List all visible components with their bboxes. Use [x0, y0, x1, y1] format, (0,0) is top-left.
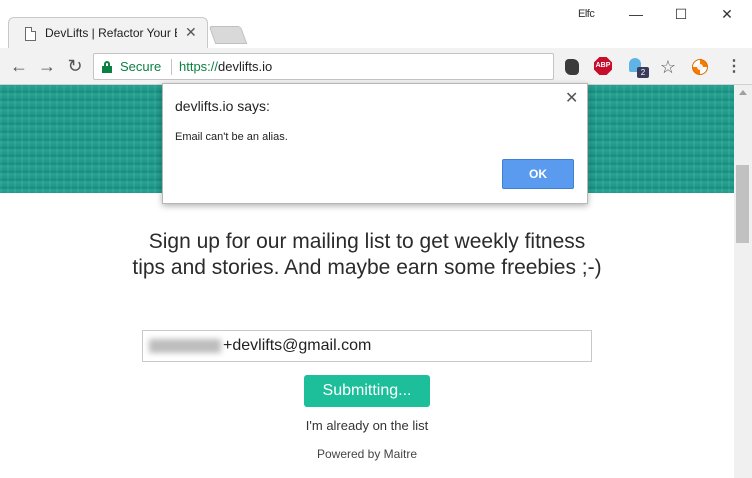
- browser-window: DevLifts | Refactor Your B ✕ Elfc — ☐ ✕ …: [0, 0, 752, 478]
- dialog-close-icon[interactable]: ✕: [565, 88, 578, 108]
- maximize-icon[interactable]: ☐: [669, 4, 693, 24]
- forward-icon[interactable]: →: [36, 55, 58, 77]
- address-bar[interactable]: Secure https://devlifts.io: [93, 53, 554, 80]
- blurred-email-prefix: [149, 338, 221, 353]
- tab-strip: DevLifts | Refactor Your B ✕ Elfc — ☐ ✕: [0, 0, 752, 48]
- alert-dialog: devlifts.io says: ✕ Email can't be an al…: [162, 83, 588, 204]
- powered-by-text: Powered by Maitre: [316, 447, 418, 461]
- dialog-message: Email can't be an alias.: [175, 131, 288, 143]
- signup-heading: Sign up for our mailing list to get week…: [132, 230, 602, 279]
- email-value: +devlifts@gmail.com: [223, 337, 372, 354]
- active-tab[interactable]: DevLifts | Refactor Your B ✕: [8, 17, 208, 48]
- star-icon[interactable]: ☆: [658, 57, 678, 77]
- email-input[interactable]: +devlifts@gmail.com: [142, 330, 592, 362]
- abp-icon[interactable]: ABP: [594, 57, 614, 77]
- url-scheme: https://: [179, 59, 219, 74]
- abp-label: ABP: [594, 57, 612, 75]
- lock-icon: [102, 61, 112, 73]
- tab-title: DevLifts | Refactor Your B: [45, 26, 177, 40]
- back-icon[interactable]: ←: [8, 55, 30, 77]
- url-separator: [171, 59, 172, 75]
- scroll-thumb[interactable]: [736, 165, 749, 243]
- url-text: https://devlifts.io: [179, 59, 272, 74]
- browser-toolbar: ← → ↻ Secure https://devlifts.io ABP 2 ☆…: [0, 48, 752, 85]
- ok-button[interactable]: OK: [502, 159, 574, 189]
- ghostery-badge: 2: [637, 67, 649, 78]
- reload-icon[interactable]: ↻: [64, 55, 86, 77]
- dialog-title: devlifts.io says:: [175, 98, 270, 114]
- submit-button[interactable]: Submitting...: [304, 375, 430, 407]
- ghostery-icon[interactable]: 2: [626, 57, 649, 78]
- evernote-icon[interactable]: [562, 57, 582, 77]
- profile-label[interactable]: Elfc: [578, 8, 595, 20]
- new-tab-button[interactable]: [208, 26, 248, 44]
- lifebuoy-icon[interactable]: [690, 57, 710, 77]
- vertical-scrollbar[interactable]: [734, 85, 752, 478]
- tab-close-icon[interactable]: ✕: [185, 24, 197, 41]
- scroll-up-icon[interactable]: [739, 90, 747, 95]
- menu-icon[interactable]: ⋮: [724, 57, 744, 77]
- window-close-icon[interactable]: ✕: [715, 4, 739, 24]
- minimize-icon[interactable]: —: [624, 4, 648, 24]
- secure-label: Secure: [120, 59, 162, 74]
- url-host: devlifts.io: [218, 59, 273, 74]
- already-on-list-link[interactable]: I'm already on the list: [267, 418, 467, 433]
- document-icon: [25, 27, 36, 41]
